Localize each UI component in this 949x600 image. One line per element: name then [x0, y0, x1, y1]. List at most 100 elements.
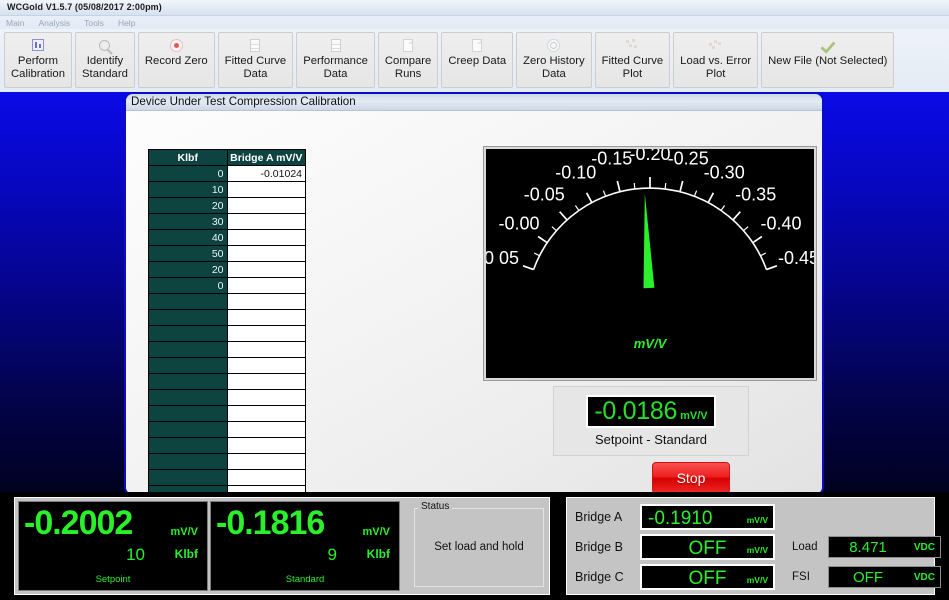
fitted-curve-data-button[interactable]: Fitted Curve Data [218, 32, 294, 88]
cell-klbf[interactable]: 10 [149, 182, 228, 198]
cell-klbf[interactable]: 30 [149, 214, 228, 230]
table-row[interactable] [149, 326, 306, 342]
zero-history-data-button[interactable]: Zero History Data [516, 32, 592, 88]
cell-bridge-a[interactable]: -0.01024 [227, 166, 306, 182]
cell-klbf[interactable]: 0 [149, 166, 228, 182]
cell-bridge-a[interactable] [227, 230, 306, 246]
table-row[interactable] [149, 342, 306, 358]
menu-item-analysis[interactable]: Analysis [38, 18, 70, 28]
table-row[interactable] [149, 406, 306, 422]
record-zero-button[interactable]: Record Zero [138, 32, 215, 88]
cell-bridge-a[interactable] [227, 390, 306, 406]
cell-klbf[interactable]: 20 [149, 198, 228, 214]
window-title-bar: WCGold V1.5.7 (05/08/2017 2:00pm) [0, 0, 949, 16]
cell-bridge-a[interactable] [227, 262, 306, 278]
cell-bridge-a[interactable] [227, 342, 306, 358]
cell-bridge-a[interactable] [227, 470, 306, 486]
calibration-table: Klbf Bridge A mV/V 0-0.01024102030405020… [148, 149, 306, 496]
cell-bridge-a[interactable] [227, 246, 306, 262]
cell-klbf[interactable] [149, 310, 228, 326]
cell-klbf[interactable] [149, 406, 228, 422]
table-row[interactable] [149, 470, 306, 486]
cell-klbf[interactable] [149, 454, 228, 470]
cell-bridge-a[interactable] [227, 374, 306, 390]
cell-klbf[interactable]: 0 [149, 278, 228, 294]
cell-klbf[interactable] [149, 470, 228, 486]
table-row[interactable] [149, 374, 306, 390]
fitted-curve-plot-button[interactable]: Fitted Curve Plot [595, 32, 671, 88]
bridge-c-unit: mV/V [747, 575, 768, 585]
cell-bridge-a[interactable] [227, 294, 306, 310]
cell-bridge-a[interactable] [227, 358, 306, 374]
cell-klbf[interactable] [149, 358, 228, 374]
window-title: WCGold V1.5.7 (05/08/2017 2:00pm) [0, 0, 949, 12]
cell-bridge-a[interactable] [227, 310, 306, 326]
panel-body: Klbf Bridge A mV/V 0-0.01024102030405020… [126, 111, 822, 496]
cell-klbf[interactable]: 40 [149, 230, 228, 246]
cell-bridge-a[interactable] [227, 406, 306, 422]
table-row[interactable] [149, 390, 306, 406]
table-row[interactable]: 30 [149, 214, 306, 230]
cell-klbf[interactable]: 20 [149, 262, 228, 278]
cell-klbf[interactable] [149, 342, 228, 358]
cell-bridge-a[interactable] [227, 182, 306, 198]
gauge-tick-label: -0.35 [735, 185, 776, 205]
cell-bridge-a[interactable] [227, 454, 306, 470]
cell-bridge-a[interactable] [227, 198, 306, 214]
menu-item-main[interactable]: Main [6, 18, 24, 28]
cell-klbf[interactable] [149, 294, 228, 310]
identify-standard-button[interactable]: Identify Standard [75, 32, 135, 88]
menu-item-tools[interactable]: Tools [84, 18, 104, 28]
new-file-button[interactable]: New File (Not Selected) [761, 32, 894, 88]
table-row[interactable]: 0 [149, 278, 306, 294]
difference-value: -0.0186 [594, 398, 677, 424]
fsi-unit: VDC [914, 572, 935, 583]
table-row[interactable] [149, 310, 306, 326]
table-row[interactable]: 50 [149, 246, 306, 262]
grid-table-icon [331, 37, 341, 53]
target-circle-icon [547, 37, 560, 53]
perform-calibration-button[interactable]: Perform Calibration [4, 32, 72, 88]
table-row[interactable] [149, 358, 306, 374]
cell-klbf[interactable] [149, 438, 228, 454]
menu-item-help[interactable]: Help [118, 18, 135, 28]
calibration-panel: Device Under Test Compression Calibratio… [124, 92, 824, 496]
cell-bridge-a[interactable] [227, 214, 306, 230]
cell-bridge-a[interactable] [227, 326, 306, 342]
standard-caption: Standard [211, 574, 399, 585]
table-row[interactable]: 20 [149, 262, 306, 278]
cell-klbf[interactable] [149, 326, 228, 342]
table-row[interactable]: 0-0.01024 [149, 166, 306, 182]
performance-data-button[interactable]: Performance Data [296, 32, 375, 88]
table-row[interactable] [149, 454, 306, 470]
setpoint-load-unit: Klbf [175, 547, 198, 561]
cell-bridge-a[interactable] [227, 438, 306, 454]
table-row[interactable]: 10 [149, 182, 306, 198]
gauge-needle [644, 193, 655, 288]
table-row[interactable]: 40 [149, 230, 306, 246]
creep-data-button[interactable]: Creep Data [441, 32, 513, 88]
load-display: 8.471 VDC [828, 536, 941, 558]
compare-runs-button[interactable]: Compare Runs [378, 32, 438, 88]
new-file-label: New File (Not Selected) [768, 55, 887, 68]
load-vs-error-plot-button[interactable]: Load vs. Error Plot [673, 32, 758, 88]
table-row[interactable] [149, 294, 306, 310]
cell-klbf[interactable] [149, 374, 228, 390]
table-row[interactable]: 20 [149, 198, 306, 214]
cell-bridge-a[interactable] [227, 422, 306, 438]
menu-bar: Main Analysis Tools Help [0, 16, 949, 29]
bridge-a-unit: mV/V [747, 515, 768, 525]
record-zero-label: Record Zero [145, 55, 208, 68]
cell-klbf[interactable]: 50 [149, 246, 228, 262]
stop-button[interactable]: Stop [652, 462, 730, 494]
standard-load-unit: Klbf [367, 547, 390, 561]
table-row[interactable] [149, 422, 306, 438]
cell-klbf[interactable] [149, 422, 228, 438]
setpoint-standard-readout: -0.0186 mV/V Setpoint - Standard [553, 386, 749, 456]
table-row[interactable] [149, 438, 306, 454]
cell-klbf[interactable] [149, 390, 228, 406]
gauge-tick-label: -0.20 [629, 149, 670, 164]
cell-bridge-a[interactable] [227, 278, 306, 294]
gauge-tick-label: -0.40 [760, 214, 801, 234]
standard-unit: mV/V [362, 526, 390, 538]
